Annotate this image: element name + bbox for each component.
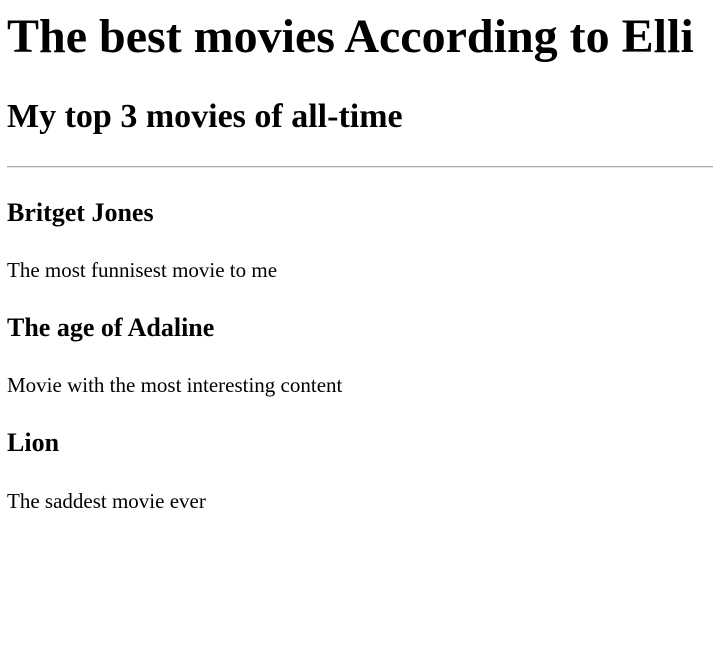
movie-description-2: Movie with the most interesting content [7, 373, 343, 397]
movie-description-1: The most funnisest movie to me [7, 258, 278, 282]
horizontal-divider [7, 166, 713, 168]
movie-description-3: The saddest movie ever [7, 489, 206, 513]
page: The best movies According to Elli My top… [0, 0, 724, 654]
page-title: The best movies According to Elli [7, 10, 694, 63]
movie-title-2: The age of Adaline [7, 313, 215, 342]
page-subtitle: My top 3 movies of all-time [7, 98, 403, 135]
movie-title-3: Lion [7, 428, 60, 457]
movie-title-1: Britget Jones [7, 198, 154, 227]
